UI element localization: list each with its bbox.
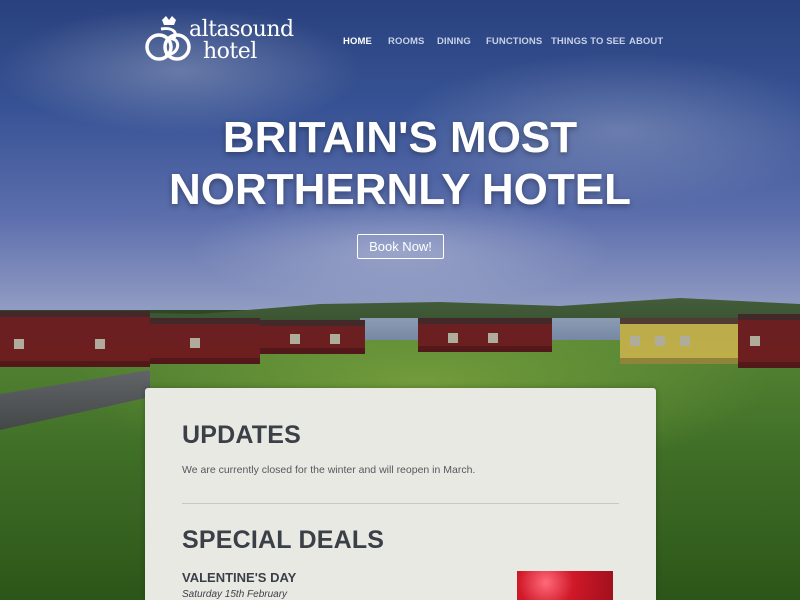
cabin-window [330,334,340,344]
special-deals-title: SPECIAL DEALS [182,526,385,554]
cabin [150,318,260,364]
cabin-window [190,338,200,348]
hero-headline-line2: NORTHERNLY HOTEL [168,165,632,214]
cabin-window [655,336,665,346]
cabin [260,320,365,354]
nav-item-things-to-see[interactable]: THINGS TO SEE [551,36,626,47]
nav-item-about[interactable]: ABOUT [629,36,663,47]
nav-item-home[interactable]: HOME [343,36,372,47]
cabin-window [488,333,498,343]
cabin-window [290,334,300,344]
nav-item-rooms[interactable]: ROOMS [388,36,424,47]
cabin-window [14,339,24,349]
cabin [738,314,800,368]
nav-item-functions[interactable]: FUNCTIONS [486,36,542,47]
cabin [0,311,150,367]
cabin-window [448,333,458,343]
logo-mark-icon [145,16,191,61]
cabin [620,318,738,364]
content-panel: UPDATES We are currently closed for the … [145,388,656,600]
deal-date: Saturday 15th February [182,589,288,600]
updates-title: UPDATES [182,421,302,449]
cabin-window [680,336,690,346]
cabin-window [630,336,640,346]
hero-headline-line1: BRITAIN'S MOST [222,113,578,162]
updates-text: We are currently closed for the winter a… [182,464,476,476]
deal-image[interactable] [517,571,613,600]
nav-item-dining[interactable]: DINING [437,36,471,47]
hero-headline: BRITAIN'S MOST NORTHERNLY HOTEL [0,112,800,216]
logo-text-line2: hotel [203,39,257,64]
cabin-window [95,339,105,349]
deal-name[interactable]: VALENTINE'S DAY [182,570,296,585]
cabin-window [750,336,760,346]
section-divider [182,503,619,504]
cabin [418,318,552,352]
book-now-button[interactable]: Book Now! [357,234,444,259]
logo[interactable]: altasound hotel [145,15,294,70]
